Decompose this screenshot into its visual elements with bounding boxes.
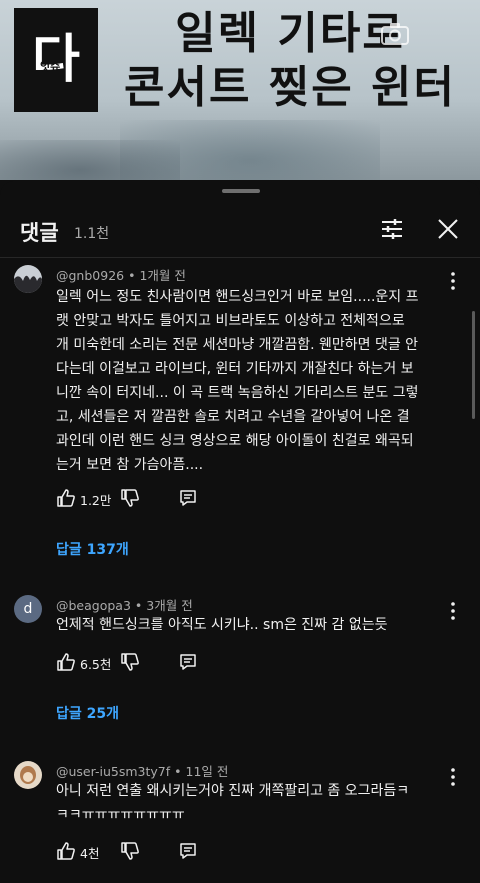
reply-icon[interactable] [178, 841, 198, 861]
comment-text-line: 과인데 이런 핸드 싱크 영상으로 해당 아이돌이 친걸로 왜곡되 [56, 433, 414, 449]
comments-count: 1.1천 [74, 226, 110, 242]
dislike-icon[interactable] [120, 841, 140, 861]
video-title-line-1: 일렉 기타로 [175, 8, 405, 59]
comment-time: 1개월 전 [139, 268, 186, 283]
comment-text-line: 개 미숙한데 소리는 전문 세션마냥 개깔끔함. 웬만하면 댓글 안 [56, 337, 419, 353]
like-icon[interactable] [56, 488, 76, 508]
channel-logo: 다 잇슈 [14, 8, 98, 112]
comment-text-line: 다는데 이걸보고 라이브다, 윈터 기타까지 개잘친다 하는거 보 [56, 361, 414, 377]
like-count: 1.2만 [80, 493, 112, 508]
comment-text-line: 아니 저런 연출 왜시키는거야 진짜 개쪽팔리고 좀 오그라듬ㅋ [56, 783, 410, 799]
avatar[interactable] [14, 265, 42, 293]
comments-title: 댓글 [20, 221, 59, 245]
camera-icon [381, 23, 409, 45]
comment-author[interactable]: @beagopa3 [56, 598, 131, 613]
reply-icon[interactable] [178, 652, 198, 672]
replies-button[interactable]: 답글 137개 [56, 539, 129, 559]
comments-header: 댓글 1.1천 [0, 205, 480, 257]
comment-meta: @beagopa3 • 3개월 전 [56, 595, 193, 614]
comment-text-line: 랫 안맞고 박자도 틀어지고 비브라토도 이상하고 전체적으로 [56, 313, 405, 329]
comment-text: 아니 저런 연출 왜시키는거야 진짜 개쪽팔리고 좀 오그라듬ㅋ ㅋㅋㅠㅠㅠㅠㅠ… [56, 779, 464, 827]
filter-sliders-icon[interactable] [380, 217, 404, 241]
close-icon[interactable] [436, 217, 460, 241]
meta-separator: • [128, 268, 136, 283]
comment-time: 11일 전 [185, 764, 229, 779]
video-title-line-2: 콘서트 찢은 윈터 [124, 62, 456, 113]
avatar[interactable]: d [14, 595, 42, 623]
comment-author[interactable]: @gnb0926 [56, 268, 124, 283]
meta-separator: • [134, 598, 143, 613]
meta-separator: • [174, 764, 182, 779]
drag-handle[interactable] [222, 189, 260, 193]
scrollbar[interactable] [472, 311, 475, 419]
header-divider [0, 257, 480, 258]
channel-logo-sub: 잇슈 [40, 60, 61, 73]
comment-author[interactable]: @user-iu5sm3ty7f [56, 764, 170, 779]
comment-text-line: 언제적 핸드싱크를 아직도 시키냐.. sm은 진짜 감 없는듯 [56, 617, 388, 633]
dislike-icon[interactable] [120, 652, 140, 672]
like-count: 6.5천 [80, 657, 112, 672]
video-player[interactable]: 다 잇슈 일렉 기타로 콘서트 찢은 윈터 [0, 0, 480, 180]
comment-time: 3개월 전 [146, 598, 193, 613]
comment-text: 언제적 핸드싱크를 아직도 시키냐.. sm은 진짜 감 없는듯 [56, 613, 464, 637]
comment-text-line: 는거 보면 참 가슴아픔.... [56, 457, 204, 473]
comments-sheet: 댓글 1.1천 @gnb0926 • 1개월 전 일렉 어느 정도 친사람이면 … [0, 181, 480, 883]
avatar-letter: d [23, 601, 33, 617]
comment-text-line: ㅋㅋㅠㅠㅠㅠㅠㅠㅠㅠ [56, 807, 185, 823]
like-icon[interactable] [56, 841, 76, 861]
like-count: 4천 [80, 846, 100, 861]
replies-button[interactable]: 답글 25개 [56, 703, 119, 723]
reply-icon[interactable] [178, 488, 198, 508]
avatar[interactable] [14, 761, 42, 789]
comment-meta: @user-iu5sm3ty7f • 11일 전 [56, 761, 228, 780]
comment-text-line: 고, 세션들은 저 깔끔한 솔로 치려고 수년을 갈아넣어 나온 결 [56, 409, 410, 425]
dislike-icon[interactable] [120, 488, 140, 508]
comment-text-line: 일렉 어느 정도 친사람이면 핸드싱크인거 바로 보임.....운지 프 [56, 289, 419, 305]
like-icon[interactable] [56, 652, 76, 672]
comment-meta: @gnb0926 • 1개월 전 [56, 265, 186, 284]
video-background-shadow [0, 140, 180, 180]
comment-text: 일렉 어느 정도 친사람이면 핸드싱크인거 바로 보임.....운지 프 랫 안… [56, 285, 464, 477]
comment-text-line: 니깐 속이 터지네... 이 곡 트랙 녹음하신 기타리스트 분도 그렇 [56, 385, 419, 401]
